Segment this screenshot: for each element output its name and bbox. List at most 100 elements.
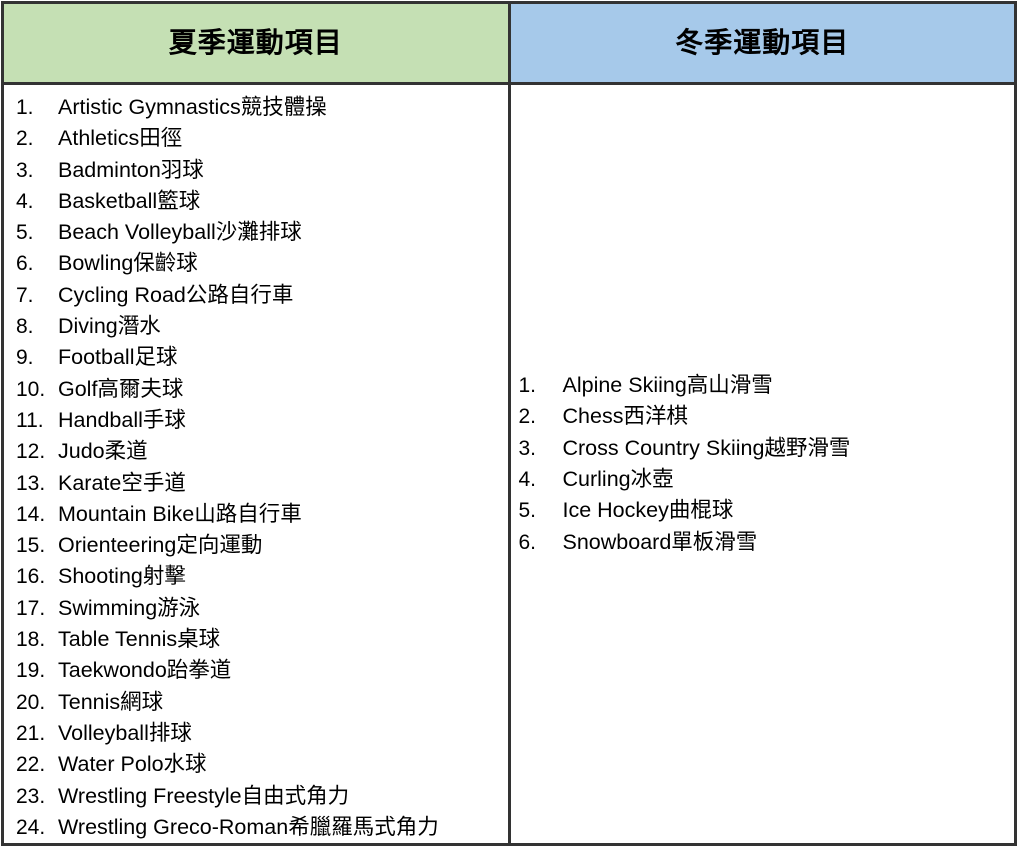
table-header-row: 夏季運動項目 冬季運動項目	[1, 1, 1017, 85]
summer-sport-item-number: 6.	[16, 252, 34, 276]
summer-sport-item-number: 11.	[16, 408, 44, 432]
summer-sport-item-number: 23.	[16, 784, 46, 808]
list-item: 11. Handball手球	[4, 405, 508, 436]
list-item: 15. Orienteering定向運動	[4, 530, 508, 561]
list-item: 6. Snowboard單板滑雪	[511, 527, 1015, 558]
summer-sport-item-label: Mountain Bike山路自行車	[58, 501, 302, 526]
winter-sport-item-number: 5.	[518, 499, 537, 523]
summer-sport-item-label: Tennis網球	[58, 689, 164, 714]
summer-sport-item-number: 4.	[16, 189, 34, 213]
summer-sport-item-label: Bowling保齡球	[58, 251, 198, 276]
winter-sport-item-label: Alpine Skiing高山滑雪	[562, 373, 773, 398]
summer-sport-item-label: Beach Volleyball沙灘排球	[58, 220, 302, 245]
table-body: 1. Artistic Gymnastics競技體操 2. Athletics田徑 3.…	[1, 81, 1017, 847]
summer-sport-item-number: 22.	[16, 753, 46, 777]
winter-sport-item-number: 6.	[518, 530, 537, 554]
list-item: 18. Table Tennis桌球	[4, 624, 508, 655]
list-item: 13. Karate空手道	[4, 468, 508, 499]
summer-sports-list: 1. Artistic Gymnastics競技體操 2. Athletics田徑 3.…	[4, 85, 508, 843]
list-item: 16. Shooting射擊	[4, 561, 508, 592]
summer-sport-item-label: Athletics田徑	[58, 126, 183, 151]
summer-sport-item-number: 15.	[16, 534, 46, 558]
column-header-summer: 夏季運動項目	[1, 1, 511, 85]
summer-sport-item-label: Golf高爾夫球	[58, 376, 184, 401]
summer-sport-item-label: Football足球	[58, 345, 178, 370]
list-item: 10. Golf高爾夫球	[4, 374, 508, 405]
list-item: 19. Taekwondo跆拳道	[4, 655, 508, 686]
list-item: 9. Football足球	[4, 342, 508, 373]
summer-sport-item-number: 5.	[16, 221, 34, 245]
list-item: 8. Diving潛水	[4, 311, 508, 342]
table-header: 夏季運動項目 冬季運動項目	[1, 1, 1017, 85]
summer-sport-item-number: 3.	[16, 158, 34, 182]
list-item: 17. Swimming游泳	[4, 593, 508, 624]
summer-sport-item-label: Diving潛水	[58, 314, 161, 339]
summer-sport-item-label: Orienteering定向運動	[58, 533, 263, 558]
summer-sport-item-label: Karate空手道	[58, 470, 186, 495]
summer-sport-item-number: 17.	[16, 596, 46, 620]
summer-sport-item-label: Basketball籃球	[58, 188, 201, 213]
page-root: 夏季運動項目 冬季運動項目 1. Artistic Gymnastics競技體操 2…	[0, 0, 1024, 849]
winter-sport-item-label: Curling冰壺	[562, 467, 674, 492]
list-item: 5. Ice Hockey曲棍球	[511, 495, 1015, 526]
summer-sport-item-label: Table Tennis桌球	[58, 627, 221, 652]
summer-sport-item-number: 1.	[16, 96, 34, 119]
winter-sport-item-number: 4.	[518, 468, 537, 492]
summer-sport-item-number: 20.	[16, 690, 46, 714]
summer-sport-item-label: Swimming游泳	[58, 595, 201, 620]
list-item: 24. Wrestling Greco-Roman希臘羅馬式角力	[4, 812, 508, 843]
summer-sport-item-number: 9.	[16, 346, 34, 370]
list-item: 23. Wrestling Freestyle自由式角力	[4, 781, 508, 812]
summer-sport-item-label: Artistic Gymnastics競技體操	[58, 95, 327, 119]
summer-sport-item-number: 12.	[16, 440, 46, 464]
list-item: 2. Athletics田徑	[4, 123, 508, 154]
summer-sport-item-label: Judo柔道	[58, 439, 148, 464]
list-item: 21. Volleyball排球	[4, 718, 508, 749]
winter-sport-item-label: Snowboard單板滑雪	[562, 529, 758, 554]
list-item: 12. Judo柔道	[4, 436, 508, 467]
summer-sport-item-label: Shooting射擊	[58, 564, 186, 589]
summer-sport-item-number: 13.	[16, 471, 46, 495]
summer-sport-item-label: Wrestling Freestyle自由式角力	[58, 783, 350, 808]
winter-sport-item-number: 3.	[518, 436, 537, 460]
list-item: 2. Chess西洋棋	[511, 401, 1015, 432]
list-item: 3. Cross Country Skiing越野滑雪	[511, 433, 1015, 464]
summer-sport-item-number: 21.	[16, 721, 46, 745]
summer-sport-item-label: Badminton羽球	[58, 157, 204, 182]
list-item: 22. Water Polo水球	[4, 749, 508, 780]
list-item: 4. Basketball籃球	[4, 186, 508, 217]
summer-sport-item-label: Cycling Road公路自行車	[58, 282, 294, 307]
winter-sport-item-number: 1.	[518, 374, 537, 398]
sports-comparison-table: 夏季運動項目 冬季運動項目 1. Artistic Gymnastics競技體操 2…	[1, 1, 1017, 847]
list-item: 14. Mountain Bike山路自行車	[4, 499, 508, 530]
list-item: 7. Cycling Road公路自行車	[4, 280, 508, 311]
summer-sport-item-label: Water Polo水球	[58, 752, 207, 777]
list-item: 1. Artistic Gymnastics競技體操	[4, 92, 508, 123]
list-item: 6. Bowling保齡球	[4, 248, 508, 279]
column-header-summer-label: 夏季運動項目	[168, 26, 343, 58]
list-item: 4. Curling冰壺	[511, 464, 1015, 495]
summer-sport-item-label: Taekwondo跆拳道	[58, 658, 232, 683]
summer-sport-item-label: Wrestling Greco-Roman希臘羅馬式角力	[58, 814, 439, 839]
summer-sport-item-number: 19.	[16, 659, 46, 683]
winter-sports-cell: 1. Alpine Skiing高山滑雪 2. Chess西洋棋 3. Cross Cou…	[507, 81, 1017, 847]
column-header-winter: 冬季運動項目	[507, 1, 1017, 85]
summer-sport-item-label: Volleyball排球	[58, 720, 192, 745]
summer-sport-item-number: 16.	[16, 565, 46, 589]
winter-sport-item-label: Ice Hockey曲棍球	[562, 498, 734, 523]
summer-sport-item-number: 14.	[16, 502, 46, 526]
summer-sport-item-number: 8.	[16, 315, 34, 339]
winter-sport-item-label: Cross Country Skiing越野滑雪	[562, 435, 851, 460]
column-header-winter-label: 冬季運動項目	[675, 26, 850, 58]
winter-sport-item-number: 2.	[518, 405, 537, 429]
winter-sports-list: 1. Alpine Skiing高山滑雪 2. Chess西洋棋 3. Cross Cou…	[511, 370, 1015, 558]
summer-sports-cell: 1. Artistic Gymnastics競技體操 2. Athletics田徑 3.…	[1, 81, 511, 847]
summer-sport-item-number: 18.	[16, 628, 46, 652]
summer-sport-item-label: Handball手球	[58, 407, 186, 432]
summer-sport-item-number: 10.	[16, 377, 46, 401]
summer-sport-item-number: 7.	[16, 283, 34, 307]
list-item: 3. Badminton羽球	[4, 155, 508, 186]
summer-sport-item-number: 24.	[16, 815, 46, 839]
winter-sport-item-label: Chess西洋棋	[562, 404, 688, 429]
list-item: 5. Beach Volleyball沙灘排球	[4, 217, 508, 248]
